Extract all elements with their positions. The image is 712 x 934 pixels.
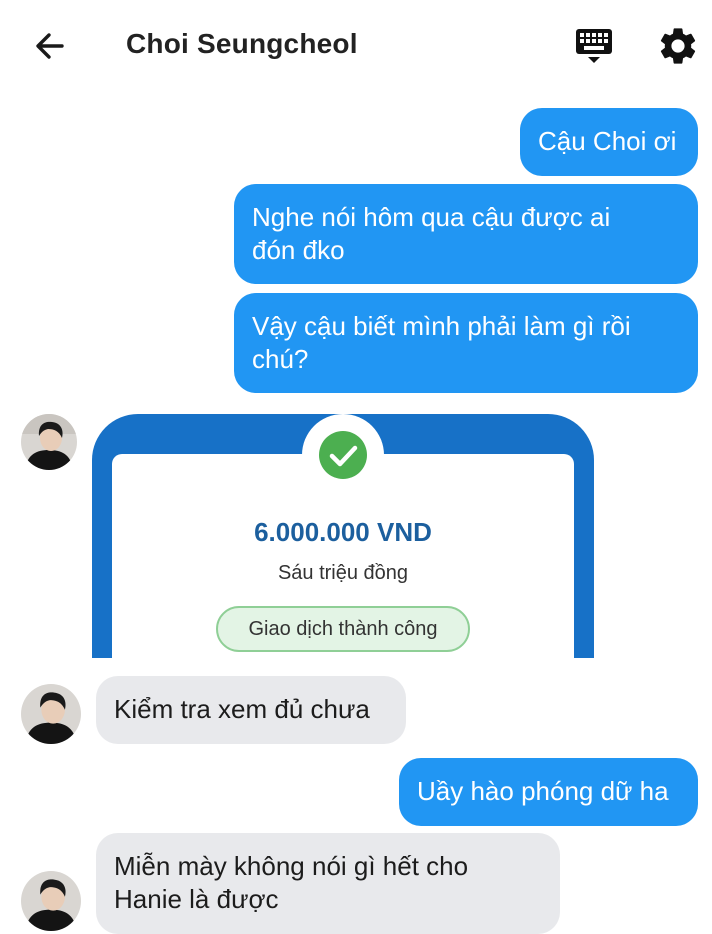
- status-badge: Giao dịch thành công: [216, 606, 470, 652]
- message-text: Kiểm tra xem đủ chưa: [114, 694, 370, 724]
- message-text: chú?: [252, 344, 309, 374]
- message-text: Nghe nói hôm qua cậu được ai: [252, 202, 611, 232]
- message-incoming[interactable]: Kiểm tra xem đủ chưa: [96, 676, 406, 744]
- transfer-amount-words: Sáu triệu đồng: [277, 562, 409, 584]
- avatar[interactable]: [21, 871, 81, 931]
- success-badge: [302, 414, 384, 496]
- back-button[interactable]: [30, 26, 70, 66]
- message-outgoing[interactable]: Nghe nói hôm qua cậu được ai đón đko: [234, 184, 698, 284]
- message-text: Uầy hào phóng dữ ha: [417, 776, 669, 806]
- keyboard-icon: [576, 29, 612, 63]
- avatar[interactable]: [21, 414, 77, 470]
- message-text: Hanie là được: [114, 884, 279, 914]
- transfer-amount: 6.000.000 VND: [254, 517, 432, 547]
- settings-button[interactable]: [656, 24, 700, 68]
- message-text: Miễn mày không nói gì hết cho: [114, 851, 469, 881]
- message-outgoing[interactable]: Uầy hào phóng dữ ha: [399, 758, 698, 826]
- message-text: Vậy cậu biết mình phải làm gì rồi: [252, 311, 631, 341]
- chat-header: Choi Seungcheol: [0, 0, 712, 92]
- message-outgoing[interactable]: Cậu Choi ơi: [520, 108, 698, 176]
- avatar[interactable]: [21, 684, 81, 744]
- message-outgoing[interactable]: Vậy cậu biết mình phải làm gì rồi chú?: [234, 293, 698, 393]
- keyboard-button[interactable]: [572, 24, 616, 68]
- check-icon: [329, 445, 358, 467]
- message-text: đón đko: [252, 235, 345, 265]
- message-text: Cậu Choi ơi: [538, 126, 677, 156]
- gear-icon: [660, 28, 696, 64]
- message-incoming[interactable]: Miễn mày không nói gì hết cho Hanie là đ…: [96, 833, 560, 934]
- back-arrow-icon: [36, 33, 64, 59]
- transfer-receipt-card[interactable]: 6.000.000 VND Sáu triệu đồng Giao dịch t…: [92, 414, 594, 658]
- contact-name: Choi Seungcheol: [126, 28, 358, 59]
